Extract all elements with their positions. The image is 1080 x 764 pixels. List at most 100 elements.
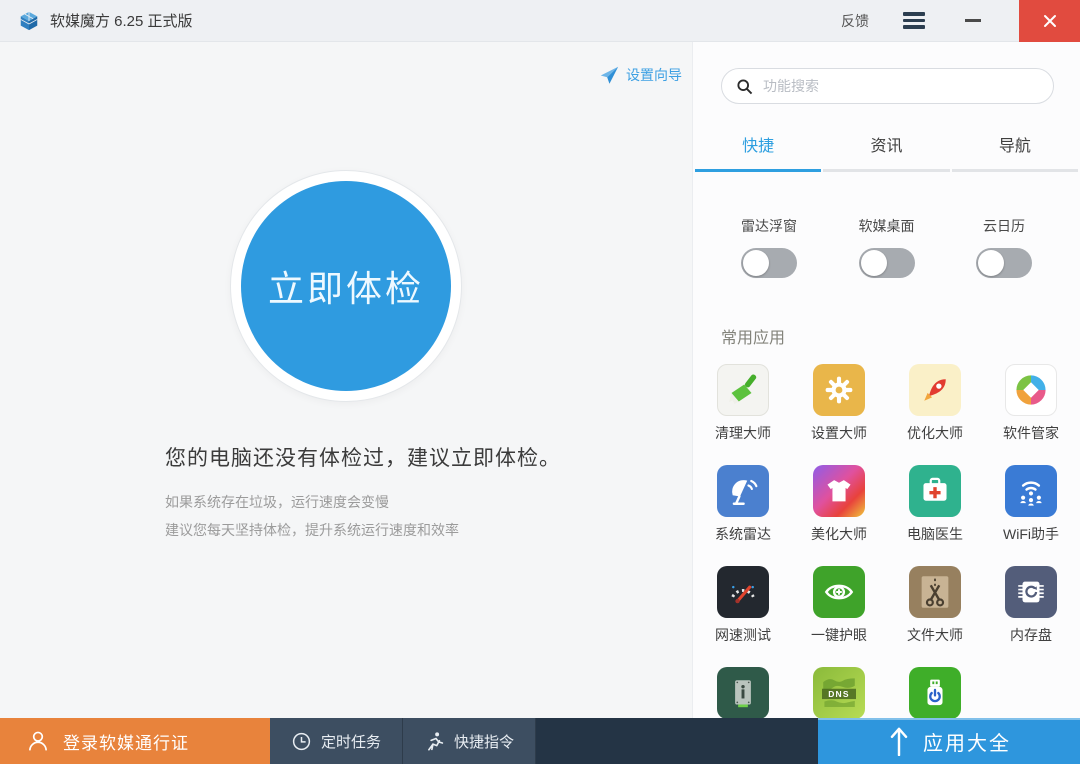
bottom-bar: 登录软媒通行证 定时任务 快捷指令 应用大全 [0, 718, 1080, 764]
app-label: 文件大师 [907, 625, 963, 645]
quick-toggles: 雷达浮窗 软媒桌面 云日历 [693, 216, 1080, 278]
search-input[interactable] [763, 78, 1039, 94]
close-button[interactable] [1019, 0, 1080, 42]
app-grid: 清理大师 [695, 364, 1080, 718]
switch-knob [861, 250, 887, 276]
checkup-headline: 您的电脑还没有体检过，建议立即体检。 [165, 442, 561, 472]
app-beautify-master[interactable]: 美化大师 [791, 465, 887, 544]
medkit-icon [909, 465, 961, 517]
app-pc-doctor[interactable]: 电脑医生 [887, 465, 983, 544]
close-icon [1042, 13, 1058, 29]
toggle-label: 雷达浮窗 [741, 216, 797, 236]
checkup-button-label: 立即体检 [268, 260, 424, 312]
app-label: 一键护眼 [811, 625, 867, 645]
app-settings-master[interactable]: 设置大师 [791, 364, 887, 443]
app-file-master[interactable]: 文件大师 [887, 566, 983, 645]
login-label: 登录软媒通行证 [63, 729, 189, 754]
person-icon [26, 729, 50, 753]
gear-icon [813, 364, 865, 416]
app-eye-protection[interactable]: 一键护眼 [791, 566, 887, 645]
scissors-icon [909, 566, 961, 618]
app-disk-master[interactable]: 磁盘大师 [695, 667, 791, 718]
section-title-common-apps: 常用应用 [721, 324, 1080, 348]
tip-line: 如果系统存在垃圾，运行速度会变慢 [165, 488, 459, 516]
rocket-icon [909, 364, 961, 416]
toggle-label: 云日历 [983, 216, 1025, 236]
app-label: 内存盘 [1010, 625, 1052, 645]
dns-icon: DNS [813, 667, 865, 718]
switch-knob [743, 250, 769, 276]
app-cleanup-master[interactable]: 清理大师 [695, 364, 791, 443]
memory-chip-icon [1005, 566, 1057, 618]
app-ram-disk[interactable]: 内存盘 [983, 566, 1079, 645]
app-software-manager[interactable]: 软件管家 [983, 364, 1079, 443]
checkup-button[interactable]: 立即体检 [230, 170, 462, 402]
login-button[interactable]: 登录软媒通行证 [0, 718, 270, 764]
app-logo-cube-icon [18, 10, 40, 32]
app-store-label: 应用大全 [923, 727, 1011, 756]
dns-icon-text: DNS [828, 689, 850, 699]
toggle-ruanmei-desktop: 软媒桌面 [837, 216, 937, 278]
eye-icon [813, 566, 865, 618]
tab-news[interactable]: 资讯 [823, 124, 949, 172]
checkup-circle: 立即体检 [241, 181, 451, 391]
setup-wizard-link[interactable]: 设置向导 [598, 64, 682, 86]
usb-boot-icon [909, 667, 961, 718]
hard-disk-icon [717, 667, 769, 718]
toggle-label: 软媒桌面 [859, 216, 915, 236]
app-title: 软媒魔方 6.25 正式版 [50, 10, 193, 31]
speedometer-icon [717, 566, 769, 618]
cloud-calendar-switch[interactable] [976, 248, 1032, 278]
toggle-radar-float: 雷达浮窗 [719, 216, 819, 278]
tab-shortcuts[interactable]: 快捷 [695, 124, 821, 172]
app-label: 系统雷达 [715, 524, 771, 544]
up-arrow-icon [887, 726, 911, 756]
app-speed-test[interactable]: 网速测试 [695, 566, 791, 645]
app-window: 软媒魔方 6.25 正式版 反馈 设置向导 [0, 0, 1080, 764]
side-panel: 快捷 资讯 导航 雷达浮窗 软媒桌面 云日历 常用应用 [692, 42, 1080, 718]
bottom-bar-spacer [536, 718, 818, 764]
app-optimize-master[interactable]: 优化大师 [887, 364, 983, 443]
checkup-tips: 如果系统存在垃圾，运行速度会变慢 建议您每天坚持体检，提升系统运行速度和效率 [165, 488, 459, 544]
radar-float-switch[interactable] [741, 248, 797, 278]
app-system-radar[interactable]: 系统雷达 [695, 465, 791, 544]
scheduled-tasks-button[interactable]: 定时任务 [270, 718, 403, 764]
tab-navigation[interactable]: 导航 [952, 124, 1078, 172]
quick-commands-label: 快捷指令 [454, 731, 514, 752]
search-box[interactable] [721, 68, 1054, 104]
app-label: 电脑医生 [907, 524, 963, 544]
quick-commands-button[interactable]: 快捷指令 [403, 718, 536, 764]
app-label: WiFi助手 [1003, 524, 1059, 544]
wifi-icon [1005, 465, 1057, 517]
minimize-button[interactable] [965, 19, 981, 22]
app-wifi-assistant[interactable]: WiFi助手 [983, 465, 1079, 544]
pinwheel-icon [1005, 364, 1057, 416]
radar-icon [717, 465, 769, 517]
app-store-button[interactable]: 应用大全 [818, 718, 1080, 764]
panel-tabs: 快捷 资讯 导航 [693, 124, 1080, 172]
content-area: 设置向导 立即体检 您的电脑还没有体检过，建议立即体检。 如果系统存在垃圾，运行… [0, 42, 1080, 718]
app-label: 优化大师 [907, 423, 963, 443]
search-icon [736, 78, 753, 95]
tip-line: 建议您每天坚持体检，提升系统运行速度和效率 [165, 516, 459, 544]
switch-knob [978, 250, 1004, 276]
app-dns-assistant[interactable]: DNS DNS助手 [791, 667, 887, 718]
feedback-button[interactable]: 反馈 [841, 11, 869, 31]
app-label: 美化大师 [811, 524, 867, 544]
ruanmei-desktop-switch[interactable] [859, 248, 915, 278]
toggle-cloud-calendar: 云日历 [954, 216, 1054, 278]
main-area: 设置向导 立即体检 您的电脑还没有体检过，建议立即体检。 如果系统存在垃圾，运行… [0, 42, 692, 718]
hamburger-menu-icon[interactable] [903, 12, 925, 29]
title-bar: 软媒魔方 6.25 正式版 反馈 [0, 0, 1080, 42]
app-label: 设置大师 [811, 423, 867, 443]
paper-plane-icon [598, 64, 620, 86]
app-usb-boot[interactable]: U盘启动 [887, 667, 983, 718]
broom-icon [717, 364, 769, 416]
runner-icon [424, 731, 445, 752]
app-label: 网速测试 [715, 625, 771, 645]
scheduled-tasks-label: 定时任务 [321, 731, 381, 752]
tshirt-icon [813, 465, 865, 517]
clock-icon [291, 731, 312, 752]
app-label: 软件管家 [1003, 423, 1059, 443]
app-label: 清理大师 [715, 423, 771, 443]
